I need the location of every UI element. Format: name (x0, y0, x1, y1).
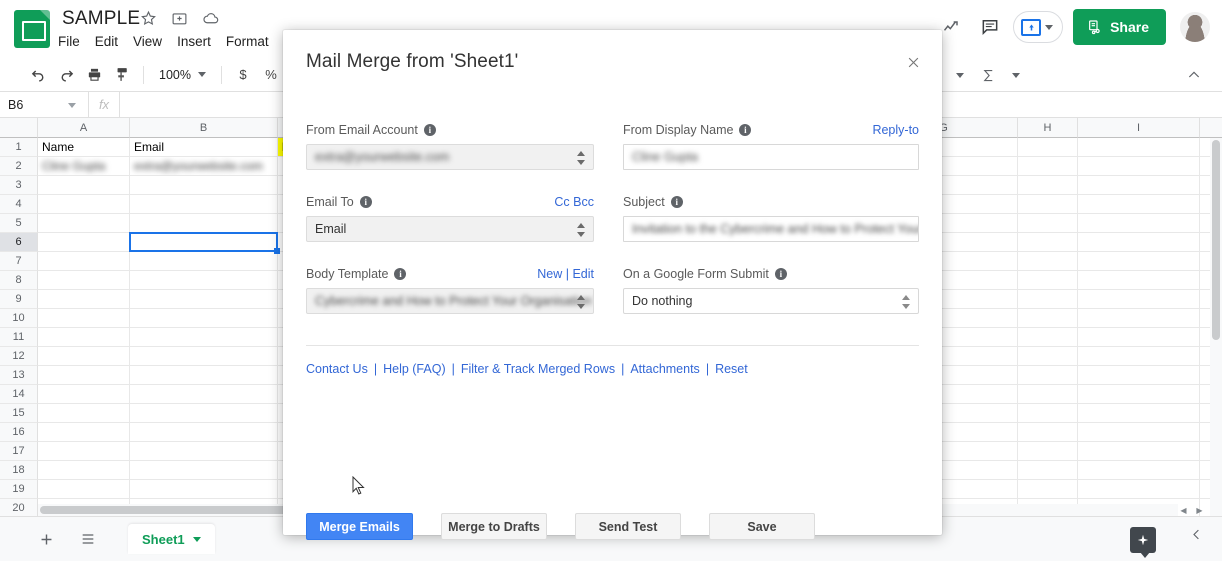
on-form-submit-value: Do nothing (632, 294, 693, 308)
field-label: On a Google Form Submit i (623, 267, 919, 281)
google-sheets-app: SAMPLE File Edit View Insert Format Da (0, 0, 1222, 561)
info-icon[interactable]: i (359, 196, 372, 208)
send-test-button[interactable]: Send Test (575, 513, 681, 540)
field-label: Body Template i New | Edit (306, 267, 594, 281)
subject-value: Invitation to the Cybercrime and How to … (632, 222, 919, 236)
field-label: From Email Account i (306, 123, 594, 137)
new-template-link[interactable]: New (537, 267, 562, 281)
field-label: Email To i Cc Bcc (306, 195, 594, 209)
close-icon[interactable] (902, 51, 924, 73)
label-text: Subject (623, 195, 665, 209)
link-separator: | (705, 362, 710, 376)
field-from-email-account: From Email Account i extra@yourwebsite.c… (306, 123, 594, 170)
label-text: From Display Name (623, 123, 734, 137)
from-display-name-value: Cline Gupta (632, 150, 699, 164)
stepper-icon[interactable] (577, 222, 586, 238)
filter-track-merged-rows-link[interactable]: Filter & Track Merged Rows (461, 362, 615, 376)
dialog-overlay: Mail Merge from 'Sheet1' From Email Acco… (0, 0, 1222, 561)
link-separator: | (621, 362, 625, 376)
reset-link[interactable]: Reset (715, 362, 748, 376)
from-email-account-value: extra@yourwebsite.com (315, 150, 450, 164)
field-email-to: Email To i Cc Bcc Email (306, 195, 594, 242)
help-faq-link[interactable]: Help (FAQ) (383, 362, 446, 376)
field-body-template: Body Template i New | Edit Cybercrime an… (306, 267, 594, 314)
dialog-title: Mail Merge from 'Sheet1' (306, 51, 519, 72)
label-text: From Email Account (306, 123, 418, 137)
email-to-select[interactable]: Email (306, 216, 594, 242)
info-icon[interactable]: i (774, 268, 787, 280)
edit-template-link[interactable]: Edit (572, 267, 594, 281)
label-text: On a Google Form Submit (623, 267, 769, 281)
mail-merge-dialog: Mail Merge from 'Sheet1' From Email Acco… (283, 30, 942, 540)
body-template-actions: New | Edit (537, 267, 594, 281)
dialog-buttons: Merge Emails Merge to Drafts Send Test S… (306, 513, 815, 540)
stepper-icon[interactable] (577, 294, 586, 310)
email-to-value: Email (315, 222, 347, 236)
link-separator: | (373, 362, 378, 376)
merge-emails-button[interactable]: Merge Emails (306, 513, 413, 540)
link-separator: | (451, 362, 455, 376)
field-label: From Display Name i Reply-to (623, 123, 919, 137)
dialog-links: Contact Us | Help (FAQ) | Filter & Track… (306, 362, 748, 376)
label-text: Email To (306, 195, 354, 209)
attachments-link[interactable]: Attachments (630, 362, 699, 376)
label-text: Body Template (306, 267, 389, 281)
subject-input[interactable]: Invitation to the Cybercrime and How to … (623, 216, 919, 242)
contact-us-link[interactable]: Contact Us (306, 362, 368, 376)
body-template-select[interactable]: Cybercrime and How to Protect Your Organ… (306, 288, 594, 314)
info-icon[interactable]: i (394, 268, 407, 280)
stepper-icon[interactable] (902, 294, 911, 310)
merge-to-drafts-button[interactable]: Merge to Drafts (441, 513, 547, 540)
mouse-cursor (352, 475, 365, 495)
from-email-account-select[interactable]: extra@yourwebsite.com (306, 144, 594, 170)
stepper-icon[interactable] (577, 150, 586, 166)
on-form-submit-select[interactable]: Do nothing (623, 288, 919, 314)
field-on-form-submit: On a Google Form Submit i Do nothing (623, 267, 919, 314)
from-display-name-input[interactable]: Cline Gupta (623, 144, 919, 170)
field-from-display-name: From Display Name i Reply-to Cline Gupta (623, 123, 919, 170)
info-icon[interactable]: i (670, 196, 683, 208)
dialog-divider (306, 345, 919, 346)
cc-bcc-link[interactable]: Cc Bcc (554, 195, 594, 209)
field-label: Subject i (623, 195, 919, 209)
save-button[interactable]: Save (709, 513, 815, 540)
reply-to-link[interactable]: Reply-to (872, 123, 919, 137)
info-icon[interactable]: i (739, 124, 752, 136)
body-template-value: Cybercrime and How to Protect Your Organ… (315, 294, 593, 308)
field-subject: Subject i Invitation to the Cybercrime a… (623, 195, 919, 242)
info-icon[interactable]: i (423, 124, 436, 136)
